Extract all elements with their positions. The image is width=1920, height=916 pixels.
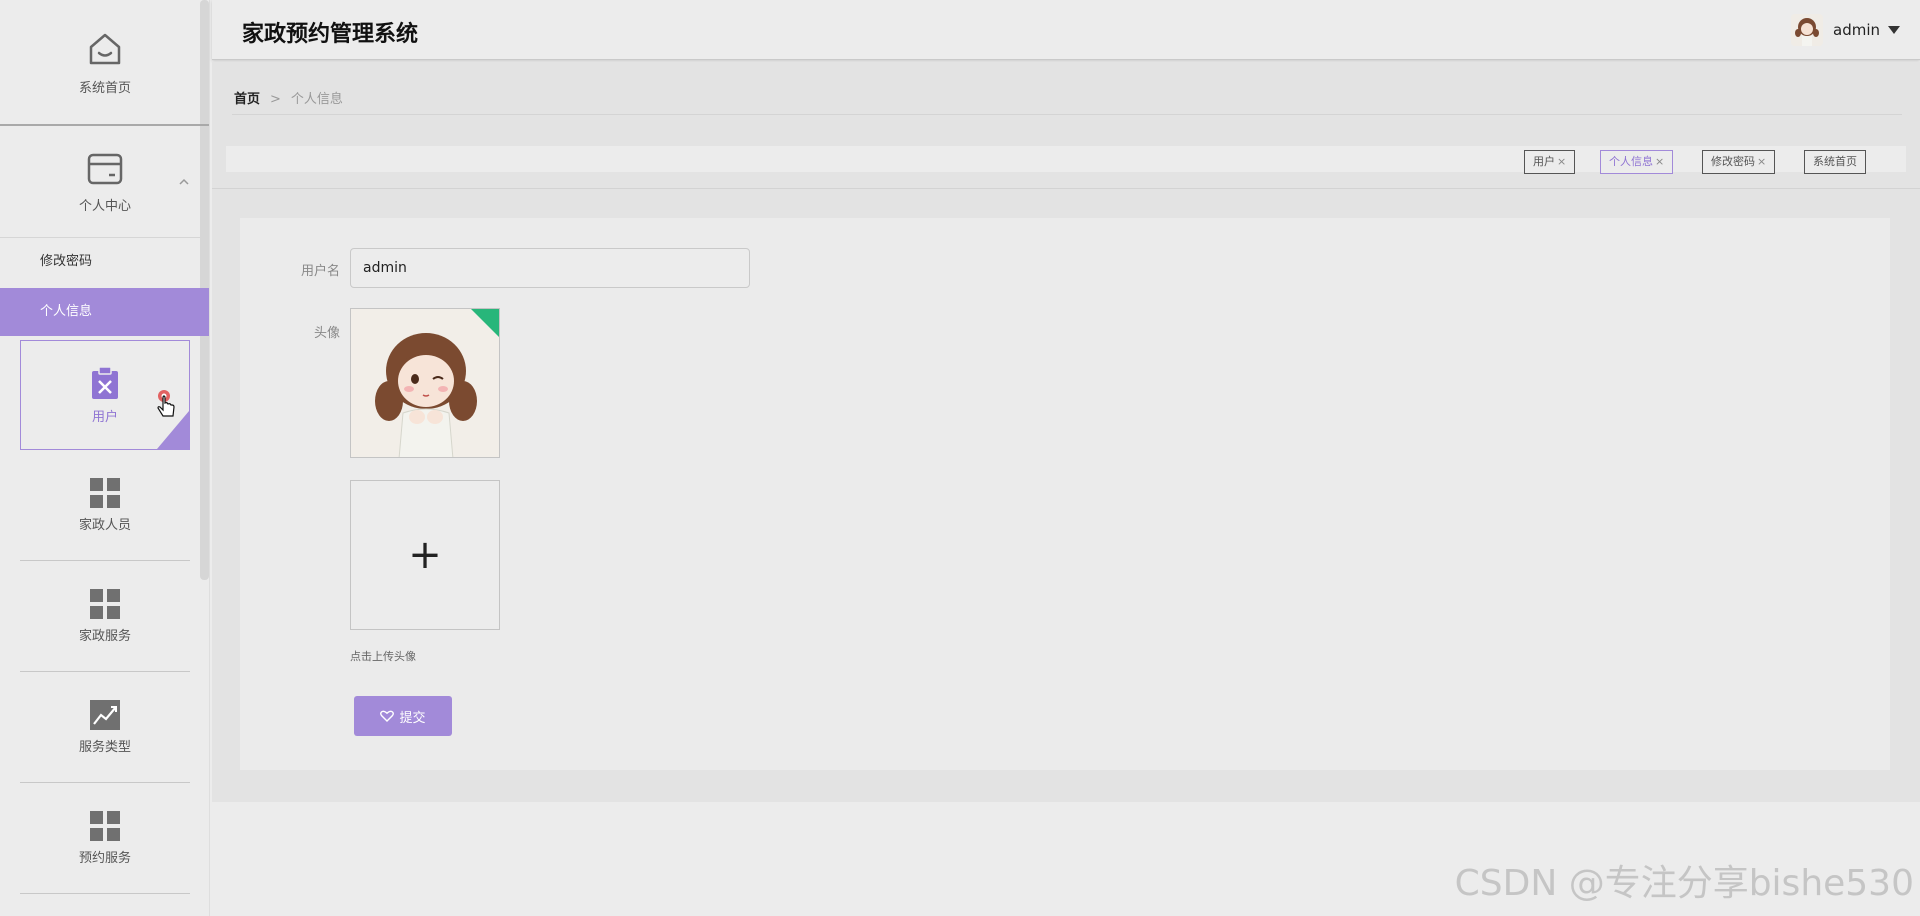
user-menu[interactable]: admin xyxy=(1791,14,1900,46)
sidebar-item-label: 用户 xyxy=(91,409,118,425)
clipboard-x-icon xyxy=(92,365,118,399)
hand-cursor-icon xyxy=(157,390,175,417)
breadcrumb-home[interactable]: 首页 xyxy=(234,92,260,107)
sidebar-item-home[interactable]: 系统首页 xyxy=(0,0,209,126)
username-input[interactable]: admin xyxy=(350,248,750,288)
breadcrumb-current: 个人信息 xyxy=(290,92,343,107)
upload-hint: 点击上传头像 xyxy=(350,650,416,663)
close-icon[interactable]: × xyxy=(1655,155,1664,168)
sidebar-item-label: 个人中心 xyxy=(78,199,131,214)
tab-change-password[interactable]: 修改密码 × xyxy=(1702,150,1776,174)
top-header: 家政预约管理系统 admin xyxy=(212,0,1920,60)
sidebar-item-housekeepers[interactable]: 家政人员 xyxy=(20,451,190,561)
avatar-label: 头像 xyxy=(313,326,340,341)
card-icon xyxy=(87,153,123,185)
submit-button[interactable]: 提交 xyxy=(354,696,452,736)
sidebar-item-label: 家政人员 xyxy=(78,518,131,533)
tab-home[interactable]: 系统首页 xyxy=(1804,150,1866,174)
home-icon xyxy=(89,33,121,64)
watermark: CSDN @专注分享bishe530 xyxy=(1454,863,1914,904)
tab-label: 个人信息 xyxy=(1609,155,1653,168)
sidebar: 系统首页 个人中心 修改密码 个人信息 用户 家政人员 家政服务 服务类型 预约… xyxy=(0,0,210,916)
username-label: 用户名 xyxy=(300,264,340,279)
sidebar-item-label: 家政服务 xyxy=(78,629,131,644)
close-icon[interactable]: × xyxy=(1757,155,1766,168)
sidebar-item-label: 预约服务 xyxy=(78,851,131,866)
mouse-cursor xyxy=(155,390,179,424)
tabs-bar: 用户 × 个人信息 × 修改密码 × 系统首页 xyxy=(226,146,1906,174)
avatar-preview[interactable] xyxy=(350,308,500,458)
tab-label: 修改密码 xyxy=(1711,155,1755,168)
chevron-up-icon[interactable] xyxy=(178,178,190,186)
plus-icon: + xyxy=(408,532,442,578)
breadcrumb: 首页 > 个人信息 xyxy=(234,88,343,107)
avatar-illustration xyxy=(1791,14,1823,46)
sidebar-item-service-types[interactable]: 服务类型 xyxy=(20,673,190,783)
profile-form-card: 用户名 admin 头像 + 点击上传头像 提交 xyxy=(240,218,1890,770)
username-label: admin xyxy=(1833,21,1880,39)
status-badge xyxy=(471,309,499,337)
sidebar-subitem-change-password[interactable]: 修改密码 xyxy=(0,238,209,286)
grid-icon xyxy=(90,478,120,508)
app-title: 家政预约管理系统 xyxy=(242,22,419,47)
divider xyxy=(212,188,1920,189)
avatar-upload-button[interactable]: + xyxy=(350,480,500,630)
sidebar-item-services[interactable]: 家政服务 xyxy=(20,562,190,672)
breadcrumb-separator: > xyxy=(270,92,281,107)
sidebar-item-label: 系统首页 xyxy=(78,80,131,96)
grid-icon xyxy=(90,589,120,619)
grid-icon xyxy=(90,811,120,841)
tab-label: 系统首页 xyxy=(1813,155,1857,168)
heart-icon xyxy=(380,710,395,722)
sidebar-subitem-personal-info[interactable]: 个人信息 xyxy=(0,288,209,336)
close-icon[interactable]: × xyxy=(1557,155,1566,168)
caret-down-icon xyxy=(1888,26,1900,34)
tab-personal-info[interactable]: 个人信息 × xyxy=(1600,150,1674,174)
chart-trend-icon xyxy=(90,700,120,730)
sidebar-item-label: 服务类型 xyxy=(78,740,131,755)
tab-label: 用户 xyxy=(1533,155,1555,168)
tab-users[interactable]: 用户 × xyxy=(1524,150,1576,174)
avatar xyxy=(1791,14,1823,46)
divider xyxy=(232,114,1902,115)
main-content: 首页 > 个人信息 用户 × 个人信息 × 修改密码 × 系统首页 用户名 admin 头… xyxy=(212,62,1920,802)
submit-label: 提交 xyxy=(399,710,426,726)
sidebar-item-bookings[interactable]: 预约服务 xyxy=(20,784,190,894)
